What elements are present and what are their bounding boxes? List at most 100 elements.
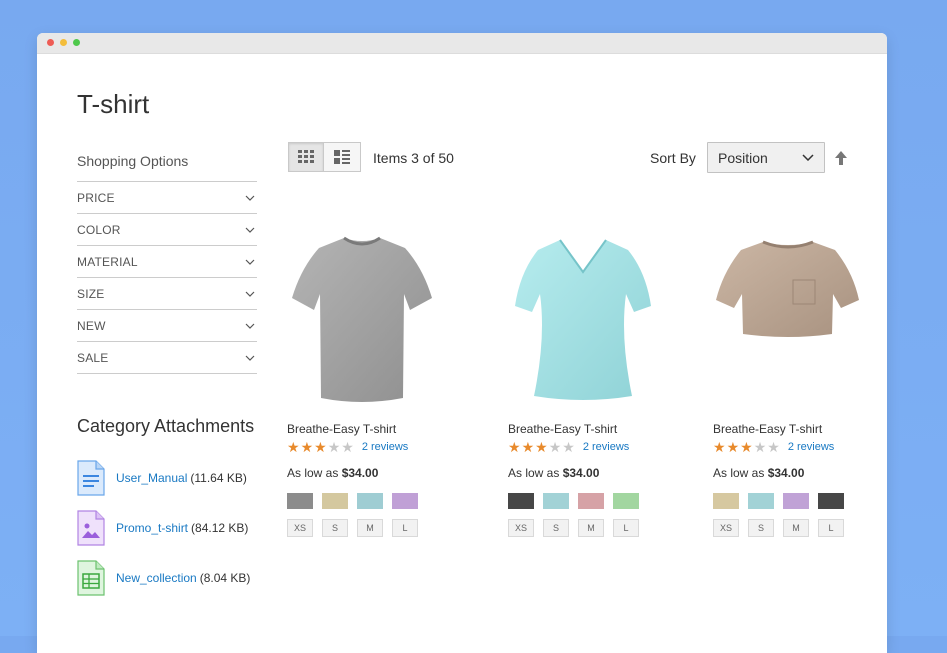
product-name[interactable]: Breathe-Easy T-shirt xyxy=(508,422,617,436)
list-view-button[interactable] xyxy=(324,142,361,172)
star-filled-icon: ★ xyxy=(740,439,753,455)
product-image[interactable] xyxy=(287,228,437,408)
attachment-link[interactable]: Promo_t-shirt xyxy=(116,521,188,535)
color-swatches xyxy=(508,493,648,509)
filter-color[interactable]: COLOR xyxy=(77,214,257,246)
size-option[interactable]: S xyxy=(322,519,348,537)
product-image[interactable] xyxy=(713,228,863,408)
size-options: XS S M L xyxy=(713,519,853,537)
price-prefix: As low as xyxy=(508,466,560,480)
product-price: As low as $34.00 xyxy=(713,466,804,480)
filter-label: PRICE xyxy=(77,190,115,205)
image-file-icon xyxy=(77,510,105,546)
grid-view-button[interactable] xyxy=(288,142,324,172)
size-option[interactable]: L xyxy=(392,519,418,537)
color-swatch[interactable] xyxy=(392,493,418,509)
reviews-link[interactable]: 2 reviews xyxy=(788,441,834,453)
size-option[interactable]: XS xyxy=(713,519,739,537)
list-icon xyxy=(334,150,350,164)
attachment-link[interactable]: New_collection xyxy=(116,571,197,585)
attachment-item: New_collection (8.04 KB) xyxy=(77,560,250,596)
product-image[interactable] xyxy=(508,228,658,408)
items-count: Items 3 of 50 xyxy=(373,150,454,166)
star-empty-icon: ★ xyxy=(327,439,341,455)
filter-label: SIZE xyxy=(77,286,105,301)
attachment-link[interactable]: User_Manual xyxy=(116,471,187,485)
filter-list: PRICE COLOR MATERIAL SIZE NEW SALE xyxy=(77,181,257,374)
sort-direction-arrow-icon[interactable] xyxy=(834,150,848,166)
size-option[interactable]: L xyxy=(613,519,639,537)
color-swatch[interactable] xyxy=(357,493,383,509)
filter-label: COLOR xyxy=(77,222,121,237)
document-icon xyxy=(77,460,105,496)
color-swatch[interactable] xyxy=(613,493,639,509)
size-option[interactable]: M xyxy=(578,519,604,537)
chevron-down-icon xyxy=(245,193,255,203)
attachment-size: (84.12 KB) xyxy=(191,521,249,535)
close-window-button[interactable] xyxy=(47,39,54,46)
filter-new[interactable]: NEW xyxy=(77,310,257,342)
color-swatch[interactable] xyxy=(543,493,569,509)
color-swatch[interactable] xyxy=(783,493,809,509)
filter-label: SALE xyxy=(77,350,109,365)
rating: ★ ★ ★ ★ ★ 2 reviews xyxy=(287,440,408,454)
product-price: As low as $34.00 xyxy=(508,466,599,480)
color-swatch[interactable] xyxy=(818,493,844,509)
star-filled-icon: ★ xyxy=(300,439,314,455)
color-swatches xyxy=(713,493,853,509)
star-filled-icon: ★ xyxy=(521,439,535,455)
filter-label: MATERIAL xyxy=(77,254,138,269)
price-prefix: As low as xyxy=(287,466,339,480)
sort-select[interactable]: Position xyxy=(707,142,825,173)
color-swatch[interactable] xyxy=(287,493,313,509)
attachment-size: (8.04 KB) xyxy=(199,571,251,585)
price-value: $34.00 xyxy=(562,466,600,480)
size-option[interactable]: L xyxy=(818,519,844,537)
star-filled-icon: ★ xyxy=(726,439,740,455)
product-name[interactable]: Breathe-Easy T-shirt xyxy=(287,422,396,436)
size-option[interactable]: S xyxy=(748,519,774,537)
grid-icon xyxy=(298,150,314,163)
reviews-link[interactable]: 2 reviews xyxy=(362,441,408,453)
star-empty-icon: ★ xyxy=(753,439,767,455)
chevron-down-icon xyxy=(245,321,255,331)
product-card: Breathe-Easy T-shirt ★ ★ ★ ★ ★ 2 reviews As … xyxy=(713,228,863,537)
filter-price[interactable]: PRICE xyxy=(77,182,257,214)
size-option[interactable]: XS xyxy=(287,519,313,537)
color-swatch[interactable] xyxy=(578,493,604,509)
reviews-link[interactable]: 2 reviews xyxy=(583,441,629,453)
product-price: As low as $34.00 xyxy=(287,466,378,480)
color-swatch[interactable] xyxy=(748,493,774,509)
size-option[interactable]: M xyxy=(357,519,383,537)
star-empty-icon: ★ xyxy=(562,439,575,455)
star-empty-icon: ★ xyxy=(767,439,780,455)
star-filled-icon: ★ xyxy=(535,439,548,455)
attachment-list: User_Manual (11.64 KB) Promo_t-shirt (84… xyxy=(77,460,250,610)
product-name[interactable]: Breathe-Easy T-shirt xyxy=(713,422,822,436)
color-swatch[interactable] xyxy=(713,493,739,509)
category-attachments-title: Category Attachments xyxy=(77,416,255,436)
attachment-item: Promo_t-shirt (84.12 KB) xyxy=(77,510,250,546)
view-mode-switcher xyxy=(288,142,361,172)
size-option[interactable]: M xyxy=(783,519,809,537)
color-swatch[interactable] xyxy=(322,493,348,509)
star-empty-icon: ★ xyxy=(341,439,354,455)
size-option[interactable]: S xyxy=(543,519,569,537)
size-option[interactable]: XS xyxy=(508,519,534,537)
filter-material[interactable]: MATERIAL xyxy=(77,246,257,278)
star-filled-icon: ★ xyxy=(314,439,327,455)
star-filled-icon: ★ xyxy=(713,439,726,455)
shopping-options-title: Shopping Options xyxy=(77,153,189,169)
rating: ★ ★ ★ ★ ★ 2 reviews xyxy=(713,440,834,454)
product-card: Breathe-Easy T-shirt ★ ★ ★ ★ ★ 2 reviews As … xyxy=(508,228,658,537)
star-filled-icon: ★ xyxy=(287,439,300,455)
filter-sale[interactable]: SALE xyxy=(77,342,257,374)
filter-size[interactable]: SIZE xyxy=(77,278,257,310)
size-options: XS S M L xyxy=(508,519,648,537)
minimize-window-button[interactable] xyxy=(60,39,67,46)
spreadsheet-icon xyxy=(77,560,105,596)
price-prefix: As low as xyxy=(713,466,765,480)
maximize-window-button[interactable] xyxy=(73,39,80,46)
color-swatch[interactable] xyxy=(508,493,534,509)
chevron-down-icon xyxy=(245,289,255,299)
